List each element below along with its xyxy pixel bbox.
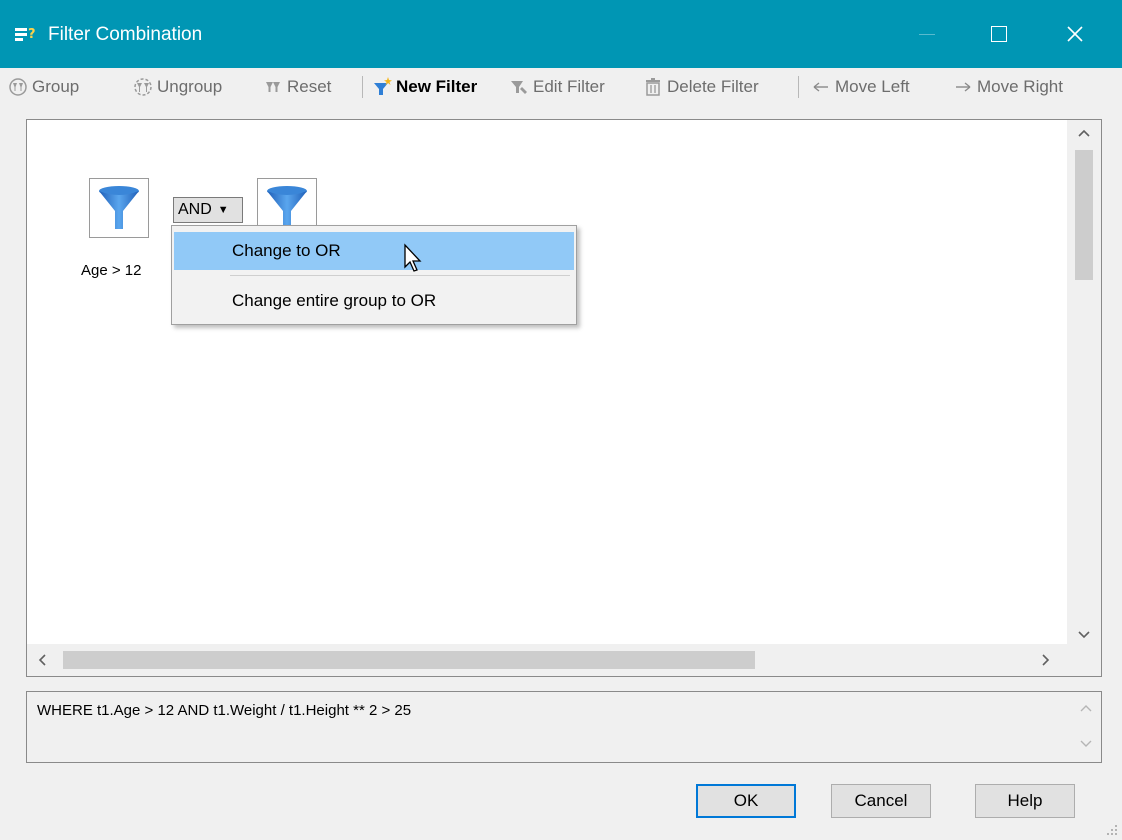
scroll-right-icon[interactable]: [1041, 653, 1051, 671]
scroll-down-icon[interactable]: [1080, 740, 1092, 748]
where-clause-box[interactable]: WHERE t1.Age > 12 AND t1.Weight / t1.Hei…: [26, 691, 1102, 763]
where-clause-text: WHERE t1.Age > 12 AND t1.Weight / t1.Hei…: [37, 702, 412, 719]
filter-node-age[interactable]: [89, 178, 149, 238]
scroll-down-icon[interactable]: [1077, 628, 1091, 644]
group-button[interactable]: Group: [8, 75, 79, 99]
ungroup-icon: [134, 78, 152, 96]
operator-dropdown[interactable]: AND ▼: [173, 197, 243, 223]
minimize-icon: [919, 33, 935, 35]
maximize-button[interactable]: [966, 0, 1032, 68]
resize-grip-icon[interactable]: [1104, 822, 1118, 836]
move-left-label: Move Left: [835, 77, 910, 96]
toolbar: Group Ungroup Reset New Filter Edit Filt…: [0, 68, 1122, 106]
reset-icon: [266, 82, 280, 92]
move-left-button[interactable]: Move Left: [811, 75, 910, 99]
operator-context-menu: Change to OR Change entire group to OR: [171, 225, 577, 325]
menu-item-change-group-to-or[interactable]: Change entire group to OR: [174, 282, 574, 320]
group-icon: [9, 78, 27, 96]
scroll-up-icon[interactable]: [1080, 704, 1092, 712]
minimize-button[interactable]: [894, 0, 960, 68]
menu-separator: [230, 275, 570, 276]
trash-icon: [646, 78, 660, 96]
window-title: Filter Combination: [48, 24, 203, 45]
close-icon: [1067, 26, 1083, 42]
move-right-button[interactable]: Move Right: [953, 75, 1063, 99]
ungroup-label: Ungroup: [157, 77, 223, 96]
scroll-left-icon[interactable]: [37, 653, 47, 671]
vertical-scroll-thumb[interactable]: [1075, 150, 1093, 280]
menu-item-change-to-or[interactable]: Change to OR: [174, 232, 574, 270]
horizontal-scrollbar[interactable]: [27, 644, 1067, 676]
funnel-icon: [99, 186, 139, 229]
new-filter-label: New Filter: [396, 77, 478, 96]
filter-node-label: Age > 12: [81, 262, 142, 279]
vertical-scrollbar[interactable]: [1067, 120, 1101, 644]
mouse-cursor-icon: [404, 243, 422, 272]
edit-filter-label: Edit Filter: [533, 77, 605, 96]
group-label: Group: [32, 77, 80, 96]
new-filter-icon: [374, 77, 392, 95]
move-right-label: Move Right: [977, 77, 1063, 96]
arrow-left-icon: [813, 82, 828, 92]
maximize-icon: [991, 26, 1007, 42]
delete-filter-button[interactable]: Delete Filter: [643, 75, 759, 99]
edit-filter-icon: [511, 81, 527, 94]
ok-button[interactable]: OK: [696, 784, 796, 818]
help-button[interactable]: Help: [975, 784, 1075, 818]
edit-filter-button[interactable]: Edit Filter: [509, 75, 605, 99]
svg-text:?: ?: [28, 27, 36, 42]
where-scrollbar[interactable]: [1071, 692, 1101, 762]
close-button[interactable]: [1042, 0, 1108, 68]
operator-label: AND: [178, 201, 212, 218]
filter-canvas[interactable]: Age > 12 AND ▼ Change to OR Change entir…: [26, 119, 1102, 677]
new-filter-button[interactable]: New Filter: [372, 75, 477, 99]
horizontal-scroll-thumb[interactable]: [63, 651, 755, 669]
toolbar-separator: [362, 76, 363, 98]
scrollbar-corner: [1067, 644, 1101, 676]
filter-combination-icon: ?: [15, 27, 36, 42]
scroll-up-icon[interactable]: [1077, 126, 1091, 142]
delete-filter-label: Delete Filter: [667, 77, 759, 96]
chevron-down-icon: ▼: [217, 204, 229, 216]
cancel-button[interactable]: Cancel: [831, 784, 931, 818]
title-bar: ? Filter Combination: [0, 0, 1122, 68]
reset-button[interactable]: Reset: [263, 75, 331, 99]
toolbar-separator: [798, 76, 799, 98]
ungroup-button[interactable]: Ungroup: [133, 75, 222, 99]
reset-label: Reset: [287, 77, 332, 96]
arrow-right-icon: [956, 82, 971, 92]
